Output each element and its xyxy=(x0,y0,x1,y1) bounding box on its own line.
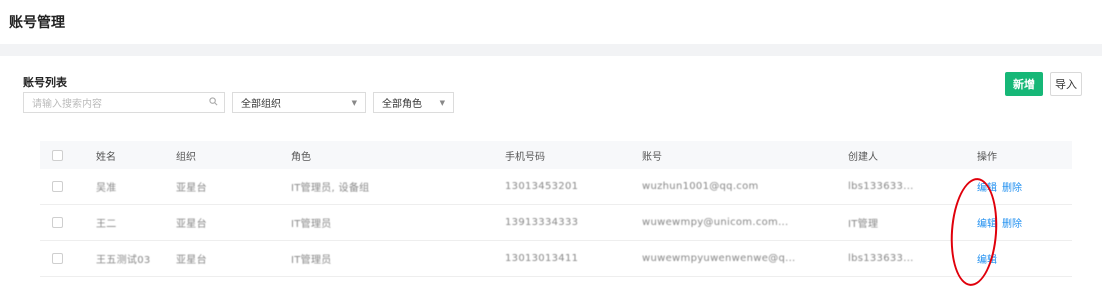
chevron-down-icon: ▼ xyxy=(352,99,357,107)
search-input[interactable]: 请输入搜索内容 xyxy=(23,92,225,113)
cell-phone: 13013013411 xyxy=(505,253,578,264)
header-actions: 操作 xyxy=(977,148,997,163)
cell-name: 王二 xyxy=(96,215,117,230)
cell-account: wuwewmpyuwenwenwe@q... xyxy=(642,253,796,264)
cell-phone: 13913334333 xyxy=(505,217,578,228)
search-icon[interactable] xyxy=(209,97,218,109)
table-row: 吴准 亚星台 IT管理员, 设备组 13013453201 wuzhun1001… xyxy=(40,169,1072,205)
table-row: 王五测试03 亚星台 IT管理员 13013013411 wuwewmpyuwe… xyxy=(40,241,1072,277)
header-role: 角色 xyxy=(291,148,311,163)
cell-org: 亚星台 xyxy=(176,251,207,266)
row-checkbox[interactable] xyxy=(52,217,63,228)
org-select[interactable]: 全部组织 ▼ xyxy=(232,92,366,113)
account-list-panel: 账号列表 新增 导入 请输入搜索内容 全部组织 ▼ 全部角色 ▼ 姓名 组织 角… xyxy=(9,56,1093,283)
delete-link[interactable]: 删除 xyxy=(1002,219,1022,230)
header-org: 组织 xyxy=(176,148,196,163)
cell-role: IT管理员, 设备组 xyxy=(291,179,369,194)
cell-name: 王五测试03 xyxy=(96,251,151,266)
chevron-down-icon: ▼ xyxy=(440,99,445,107)
header-phone: 手机号码 xyxy=(505,148,545,163)
toolbar: 新增 导入 xyxy=(1005,72,1082,96)
cell-account: wuzhun1001@qq.com xyxy=(642,181,759,192)
table-header: 姓名 组织 角色 手机号码 账号 创建人 操作 xyxy=(40,141,1072,169)
cell-creator: IT管理 xyxy=(848,215,878,230)
cell-creator: lbs133633... xyxy=(848,181,914,192)
add-button[interactable]: 新增 xyxy=(1005,72,1043,96)
cell-org: 亚星台 xyxy=(176,179,207,194)
header-name: 姓名 xyxy=(96,148,116,163)
row-checkbox[interactable] xyxy=(52,253,63,264)
delete-link[interactable]: 删除 xyxy=(1002,183,1022,194)
cell-phone: 13013453201 xyxy=(505,181,578,192)
cell-creator: lbs133633... xyxy=(848,253,914,264)
import-button[interactable]: 导入 xyxy=(1050,72,1082,96)
cell-account: wuwewmpy@unicom.com... xyxy=(642,217,789,228)
account-table: 姓名 组织 角色 手机号码 账号 创建人 操作 吴准 亚星台 IT管理员, 设备… xyxy=(40,141,1072,277)
header-account: 账号 xyxy=(642,148,662,163)
role-select-value: 全部角色 xyxy=(382,95,422,110)
cell-org: 亚星台 xyxy=(176,215,207,230)
role-select[interactable]: 全部角色 ▼ xyxy=(373,92,454,113)
table-row: 王二 亚星台 IT管理员 13913334333 wuwewmpy@unicom… xyxy=(40,205,1072,241)
cell-role: IT管理员 xyxy=(291,251,332,266)
cell-role: IT管理员 xyxy=(291,215,332,230)
select-all-checkbox[interactable] xyxy=(52,150,63,161)
cell-name: 吴准 xyxy=(96,179,117,194)
header-creator: 创建人 xyxy=(848,148,878,163)
search-placeholder: 请输入搜索内容 xyxy=(32,95,102,110)
panel-title: 账号列表 xyxy=(23,74,67,90)
page-title: 账号管理 xyxy=(9,12,1102,32)
filter-bar: 请输入搜索内容 全部组织 ▼ 全部角色 ▼ xyxy=(23,92,454,113)
row-checkbox[interactable] xyxy=(52,181,63,192)
org-select-value: 全部组织 xyxy=(241,95,281,110)
page-header: 账号管理 xyxy=(0,0,1102,44)
section-gap xyxy=(0,44,1102,56)
